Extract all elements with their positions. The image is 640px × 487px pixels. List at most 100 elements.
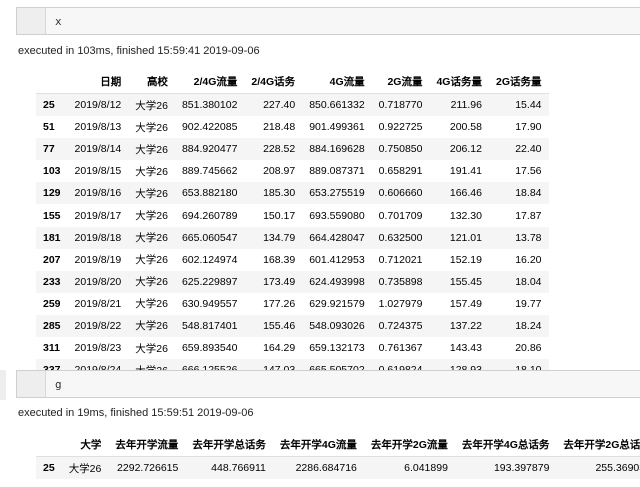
table-cell: 694.260789 xyxy=(181,209,238,222)
code-cell-input[interactable]: x xyxy=(16,7,640,35)
table-cell: 653.882180 xyxy=(174,182,245,205)
table-cell: 2019/8/17 xyxy=(74,209,122,222)
table-cell: 200.58 xyxy=(449,121,482,134)
table-cell: 0.761367 xyxy=(378,342,423,355)
table-cell: 166.46 xyxy=(429,182,489,205)
table-row: 25 2019/8/12 大学26 851.380102 227.40 850.66133… xyxy=(36,93,549,117)
column-header: 去年开学4G总话务 xyxy=(454,433,557,457)
row-index: 129 xyxy=(36,182,68,205)
column-header: 去年开学4G流量 xyxy=(272,433,364,457)
table-cell: 2286.684716 xyxy=(272,456,364,480)
table-cell: 0.922725 xyxy=(378,121,423,134)
code-cell-input[interactable]: g xyxy=(16,370,640,398)
cell-selection-bar xyxy=(0,370,6,400)
table-cell: 902.422085 xyxy=(181,121,238,134)
table-cell: 653.275519 xyxy=(302,182,372,205)
table-cell: 851.380102 xyxy=(174,93,245,117)
table-cell: 大学26 xyxy=(135,254,168,267)
table-cell: 228.52 xyxy=(244,138,303,161)
row-index: 25 xyxy=(36,456,62,480)
table-cell: 17.90 xyxy=(515,121,542,134)
table-cell: 132.30 xyxy=(449,209,482,222)
table-cell: 2019/8/12 xyxy=(67,93,129,117)
cell-prompt-gutter xyxy=(17,371,46,397)
table-cell: 17.87 xyxy=(515,209,542,222)
column-header: 日期 xyxy=(67,70,129,94)
table-cell: 0.735898 xyxy=(371,270,430,293)
table-cell: 2292.726615 xyxy=(108,456,186,480)
code-text[interactable]: g xyxy=(55,378,62,391)
column-header: 去年开学2G流量 xyxy=(363,433,455,457)
table-row: 25 大学26 2292.726615 448.766911 2286.684716 6.… xyxy=(36,456,640,480)
table-cell: 659.132173 xyxy=(309,342,365,355)
table-cell: 152.19 xyxy=(449,253,482,266)
table-cell: 大学26 xyxy=(128,93,175,117)
cell-prompt-gutter xyxy=(17,8,46,34)
row-index: 51 xyxy=(43,121,55,134)
table-cell: 625.229897 xyxy=(174,270,245,293)
row-index: 285 xyxy=(36,314,68,338)
table-cell: 22.40 xyxy=(488,138,549,161)
table-cell: 18.24 xyxy=(488,314,549,338)
table-cell: 185.30 xyxy=(244,182,303,205)
column-header: 高校 xyxy=(128,70,175,94)
table-cell: 2019/8/21 xyxy=(74,297,122,310)
table-row: 155 2019/8/17 大学26 694.260789 150.17 693.5590… xyxy=(36,204,549,226)
table-cell: 0.718770 xyxy=(371,93,430,117)
execution-time-label: executed in 103ms, finished 15:59:41 201… xyxy=(18,45,260,57)
table-cell: 大学26 xyxy=(135,342,168,355)
table-cell: 2019/8/20 xyxy=(67,270,129,293)
dataframe-table: 大学 去年开学流量 去年开学总话务 去年开学4G流量 去年开学2G流量 去年开学4G总话务… xyxy=(36,433,640,480)
row-index: 311 xyxy=(43,342,60,355)
table-cell: 0.632500 xyxy=(371,226,430,249)
table-row: 259 2019/8/21 大学26 630.949557 177.26 629.9215… xyxy=(36,293,549,315)
row-index: 259 xyxy=(43,297,61,310)
table-row: 103 2019/8/15 大学26 889.745662 208.97 889.0873… xyxy=(36,160,549,182)
output-dataframe-2: 大学 去年开学流量 去年开学总话务 去年开学4G流量 去年开学2G流量 去年开学4G总话务… xyxy=(36,433,640,480)
table-cell: 大学26 xyxy=(135,210,168,223)
table-cell: 227.40 xyxy=(244,93,303,117)
code-text[interactable]: x xyxy=(55,15,62,28)
table-cell: 143.43 xyxy=(449,342,482,355)
table-cell: 630.949557 xyxy=(181,297,238,310)
table-cell: 2019/8/23 xyxy=(74,342,122,355)
table-cell: 2019/8/14 xyxy=(67,138,129,161)
table-row: 181 2019/8/18 大学26 665.060547 134.79 664.4280… xyxy=(36,226,549,249)
row-index: 207 xyxy=(43,253,61,266)
table-cell: 206.12 xyxy=(429,138,489,161)
table-cell: 大学26 xyxy=(128,138,175,161)
row-index: 181 xyxy=(36,226,68,249)
table-row: 311 2019/8/23 大学26 659.893540 164.29 659.1321… xyxy=(36,337,549,359)
column-header xyxy=(36,433,62,457)
table-cell: 17.56 xyxy=(515,165,542,178)
table-cell: 0.724375 xyxy=(371,314,430,338)
column-header: 4G话务量 xyxy=(429,70,489,94)
row-index: 233 xyxy=(36,270,68,293)
table-header-row: 大学 去年开学流量 去年开学总话务 去年开学4G流量 去年开学2G流量 去年开学4G总话务… xyxy=(36,433,640,457)
table-cell: 15.44 xyxy=(488,93,549,117)
row-index: 25 xyxy=(36,93,68,117)
table-cell: 155.46 xyxy=(244,314,303,338)
execution-time-label: executed in 19ms, finished 15:59:51 2019… xyxy=(18,407,254,419)
table-row: 51 2019/8/13 大学26 902.422085 218.48 901.49936… xyxy=(36,116,549,138)
table-cell: 901.499361 xyxy=(309,121,365,134)
table-cell: 164.29 xyxy=(263,342,296,355)
table-cell: 0.750850 xyxy=(371,138,430,161)
table-cell: 193.397879 xyxy=(454,456,557,480)
table-cell: 889.745662 xyxy=(181,165,238,178)
table-cell: 173.49 xyxy=(244,270,303,293)
table-cell: 大学26 xyxy=(128,314,175,338)
table-cell: 2019/8/13 xyxy=(74,121,122,134)
column-header: 2/4G流量 xyxy=(174,70,245,94)
table-cell: 601.412953 xyxy=(309,253,365,266)
table-cell: 大学26 xyxy=(128,226,175,249)
row-index: 77 xyxy=(36,138,68,161)
table-cell: 665.060547 xyxy=(174,226,245,249)
column-header: 去年开学流量 xyxy=(108,433,186,457)
table-cell: 2019/8/18 xyxy=(67,226,129,249)
table-cell: 218.48 xyxy=(263,121,296,134)
table-cell: 137.22 xyxy=(429,314,489,338)
table-cell: 大学26 xyxy=(135,121,168,134)
table-cell: 2019/8/15 xyxy=(74,165,122,178)
table-cell: 1.027979 xyxy=(378,297,423,310)
